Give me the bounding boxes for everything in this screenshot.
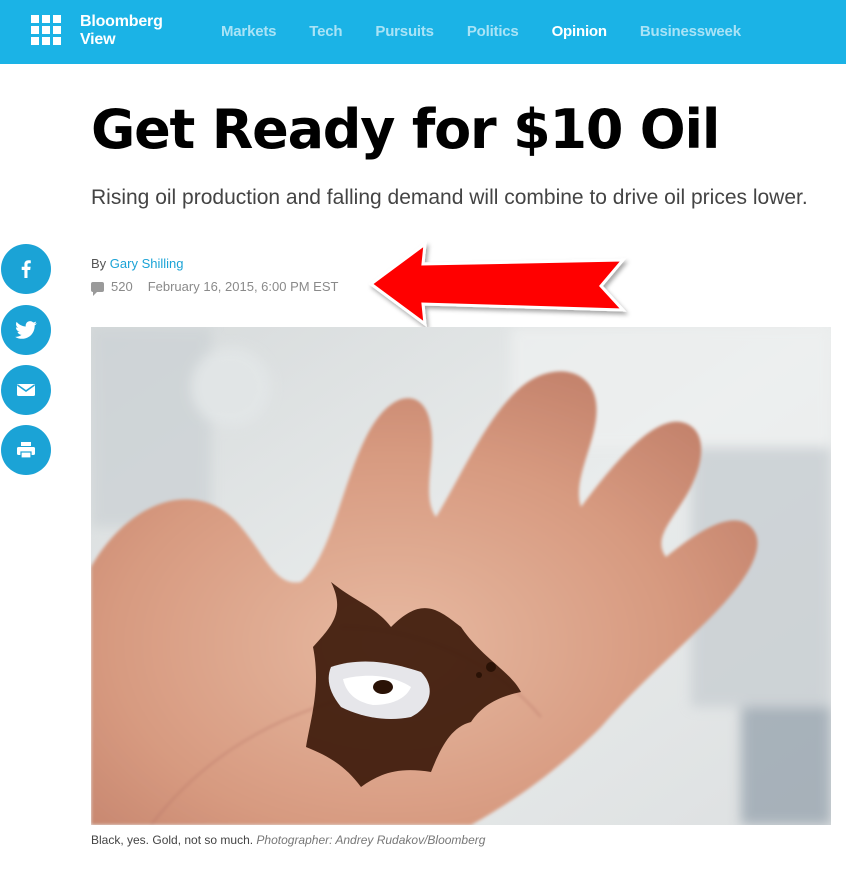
nav-markets[interactable]: Markets xyxy=(221,23,276,40)
email-share-button[interactable] xyxy=(1,365,51,415)
oil-in-hand-image xyxy=(91,327,831,825)
email-icon xyxy=(17,384,35,396)
photo-credit: Photographer: Andrey Rudakov/Bloomberg xyxy=(256,833,486,847)
article-title: Get Ready for $10 Oil xyxy=(91,98,720,161)
photo-caption: Black, yes. Gold, not so much. Photograp… xyxy=(91,833,485,847)
article-meta: 520 February 16, 2015, 6:00 PM EST xyxy=(91,279,339,296)
red-arrow-annotation xyxy=(368,240,627,328)
twitter-icon xyxy=(15,321,37,339)
caption-text: Black, yes. Gold, not so much. xyxy=(91,833,257,847)
nav-pursuits[interactable]: Pursuits xyxy=(375,23,434,40)
main-nav: Markets Tech Pursuits Politics Opinion B… xyxy=(221,23,774,40)
nav-opinion[interactable]: Opinion xyxy=(552,23,607,40)
brand-line2: View xyxy=(80,31,116,48)
comment-count[interactable]: 520 xyxy=(111,279,133,294)
print-button[interactable] xyxy=(1,425,51,475)
twitter-share-button[interactable] xyxy=(1,305,51,355)
nav-politics[interactable]: Politics xyxy=(467,23,519,40)
print-icon xyxy=(17,442,35,459)
byline-prefix: By xyxy=(91,256,110,271)
byline: By Gary Shilling xyxy=(91,256,184,271)
comment-icon[interactable] xyxy=(91,281,104,296)
nav-businessweek[interactable]: Businessweek xyxy=(640,23,741,40)
author-link[interactable]: Gary Shilling xyxy=(110,256,184,271)
article-subtitle: Rising oil production and falling demand… xyxy=(91,186,808,209)
brand-logo[interactable]: Bloomberg View xyxy=(80,13,163,49)
menu-grid-icon[interactable] xyxy=(31,15,61,45)
brand-line1: Bloomberg xyxy=(80,13,163,30)
site-header: Bloomberg View Markets Tech Pursuits Pol… xyxy=(0,0,846,64)
nav-tech[interactable]: Tech xyxy=(309,23,342,40)
publish-date: February 16, 2015, 6:00 PM EST xyxy=(147,279,339,294)
facebook-share-button[interactable] xyxy=(1,244,51,294)
facebook-icon xyxy=(21,260,31,278)
article-photo xyxy=(91,327,831,825)
